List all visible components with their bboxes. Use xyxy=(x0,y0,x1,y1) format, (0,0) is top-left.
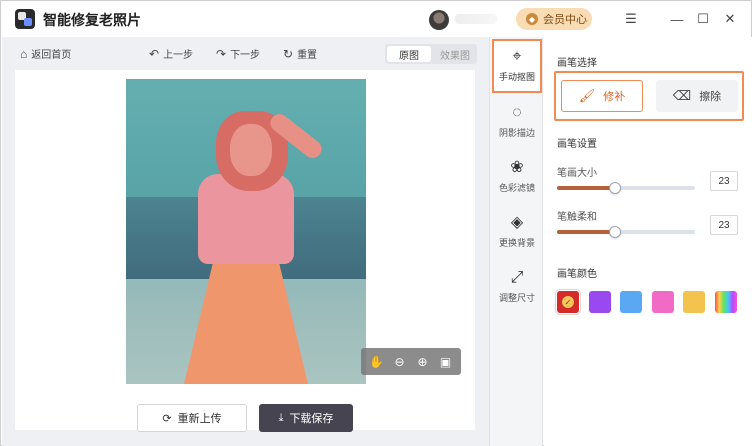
erase-brush-button[interactable]: ⌫ 擦除 xyxy=(656,80,738,112)
close-icon[interactable]: ✕ xyxy=(721,10,739,28)
download-icon: ⤓ xyxy=(278,411,284,424)
tool-label: 调整尺寸 xyxy=(498,293,535,303)
resize-icon: ⤢ xyxy=(510,269,524,286)
brush-mode-group: 🖌 修补 ⌫ 擦除 xyxy=(554,71,744,121)
tool-color-filter[interactable]: ❀ 色彩滤镜 xyxy=(492,150,542,204)
color-swatch[interactable] xyxy=(620,291,642,313)
app-title: 智能修复老照片 xyxy=(43,12,141,28)
brush-settings-title: 画笔设置 xyxy=(557,139,597,150)
brush-softness-slider[interactable] xyxy=(557,226,695,238)
brush-softness-fill xyxy=(557,230,615,234)
editor-pane: ⌂ 返回首页 ↶ 上一步 ↷ 下一步 ↻ 重置 原图 效果图 ✋ ⊖ ⊕ ▣ ⟳… xyxy=(2,37,489,446)
filter-icon: ❀ xyxy=(510,159,524,176)
erase-label: 擦除 xyxy=(699,91,722,103)
brush-size-slider[interactable] xyxy=(557,182,695,194)
brush-color-title: 画笔颜色 xyxy=(557,269,597,280)
zoom-out-icon[interactable]: ⊖ xyxy=(392,354,408,370)
brush-select-title: 画笔选择 xyxy=(557,58,597,69)
repair-label: 修补 xyxy=(603,91,626,103)
redo-button[interactable]: ↷ 下一步 xyxy=(216,46,261,62)
cursor-icon: ⌖ xyxy=(512,48,522,65)
brush-softness-label: 笔触柔和 xyxy=(557,212,597,223)
color-swatch[interactable]: ✓ xyxy=(555,289,581,315)
brush-softness-value[interactable]: 23 xyxy=(710,215,738,235)
color-swatch[interactable] xyxy=(715,291,737,313)
view-toggle: 原图 效果图 xyxy=(385,44,477,64)
redo-label: 下一步 xyxy=(230,50,261,61)
reset-button[interactable]: ↻ 重置 xyxy=(283,46,318,62)
repair-brush-button[interactable]: 🖌 修补 xyxy=(561,80,643,112)
title-bar: 智能修复老照片 ◆ 会员中心 ☰ — ☐ ✕ xyxy=(1,1,751,37)
tool-label: 更换背景 xyxy=(498,238,535,248)
reset-label: 重置 xyxy=(297,50,318,61)
home-icon: ⌂ xyxy=(20,46,28,61)
photo-preview[interactable] xyxy=(126,79,366,384)
app-window: 智能修复老照片 ◆ 会员中心 ☰ — ☐ ✕ ⌂ 返回首页 ↶ 上一步 ↷ 下一… xyxy=(0,0,752,446)
tool-label: 阴影描边 xyxy=(498,128,535,138)
vip-center-label: 会员中心 xyxy=(543,14,587,26)
hand-pan-icon[interactable]: ✋ xyxy=(369,354,385,370)
view-original-tab[interactable]: 原图 xyxy=(387,46,431,62)
fit-screen-icon[interactable]: ▣ xyxy=(438,354,454,370)
check-icon: ✓ xyxy=(562,296,574,308)
reset-icon: ↻ xyxy=(283,46,294,61)
zoom-controls: ✋ ⊖ ⊕ ▣ xyxy=(361,348,461,375)
back-home-label: 返回首页 xyxy=(31,50,72,61)
minimize-icon[interactable]: — xyxy=(668,10,686,28)
tool-shadow-outline[interactable]: ◌ 阴影描边 xyxy=(492,95,542,149)
tool-change-background[interactable]: ◈ 更换背景 xyxy=(492,205,542,259)
refresh-icon: ⟳ xyxy=(162,412,172,425)
app-logo-icon xyxy=(15,9,35,29)
back-home-button[interactable]: ⌂ 返回首页 xyxy=(20,46,72,62)
zoom-in-icon[interactable]: ⊕ xyxy=(415,354,431,370)
tool-label: 手动抠图 xyxy=(498,72,535,82)
tool-label: 色彩滤镜 xyxy=(498,183,535,193)
vip-center-button[interactable]: ◆ 会员中心 xyxy=(516,8,592,30)
diamond-icon: ◆ xyxy=(526,13,538,25)
maximize-icon[interactable]: ☐ xyxy=(694,10,712,28)
reupload-button[interactable]: ⟳ 重新上传 xyxy=(137,404,247,432)
user-avatar[interactable] xyxy=(429,10,449,30)
download-label: 下载保存 xyxy=(289,413,334,425)
color-swatch[interactable] xyxy=(589,291,611,313)
tool-sidebar: ⌖ 手动抠图 ◌ 阴影描边 ❀ 色彩滤镜 ◈ 更换背景 ⤢ 调整尺寸 xyxy=(489,37,543,446)
menu-icon[interactable]: ☰ xyxy=(622,10,640,28)
brush-size-handle[interactable] xyxy=(609,182,621,194)
download-save-button[interactable]: ⤓ 下载保存 xyxy=(259,404,353,432)
undo-label: 上一步 xyxy=(163,50,194,61)
brush-size-label: 笔画大小 xyxy=(557,168,597,179)
user-name-blurred xyxy=(455,14,497,24)
color-swatch[interactable] xyxy=(652,291,674,313)
view-result-tab[interactable]: 效果图 xyxy=(433,44,477,64)
shadow-icon: ◌ xyxy=(512,104,522,121)
mask-overlay xyxy=(126,79,366,384)
color-swatch[interactable] xyxy=(683,291,705,313)
editor-toolbar: ⌂ 返回首页 ↶ 上一步 ↷ 下一步 ↻ 重置 原图 效果图 xyxy=(2,37,489,69)
tool-manual-cutout[interactable]: ⌖ 手动抠图 xyxy=(492,39,542,93)
brush-size-value[interactable]: 23 xyxy=(710,171,738,191)
tool-resize[interactable]: ⤢ 调整尺寸 xyxy=(492,260,542,314)
eraser-icon: ⌫ xyxy=(672,88,692,103)
image-canvas[interactable]: ✋ ⊖ ⊕ ▣ xyxy=(15,70,475,430)
undo-icon: ↶ xyxy=(149,46,160,61)
reupload-label: 重新上传 xyxy=(177,413,222,425)
undo-button[interactable]: ↶ 上一步 xyxy=(149,46,194,62)
brush-softness-handle[interactable] xyxy=(609,226,621,238)
redo-icon: ↷ xyxy=(216,46,227,61)
settings-panel: 画笔选择 🖌 修补 ⌫ 擦除 画笔设置 笔画大小 23 笔触柔和 23 画笔颜色… xyxy=(544,37,752,446)
brush-size-fill xyxy=(557,186,615,190)
bucket-icon: ◈ xyxy=(510,214,524,231)
brush-icon: 🖌 xyxy=(578,88,596,103)
